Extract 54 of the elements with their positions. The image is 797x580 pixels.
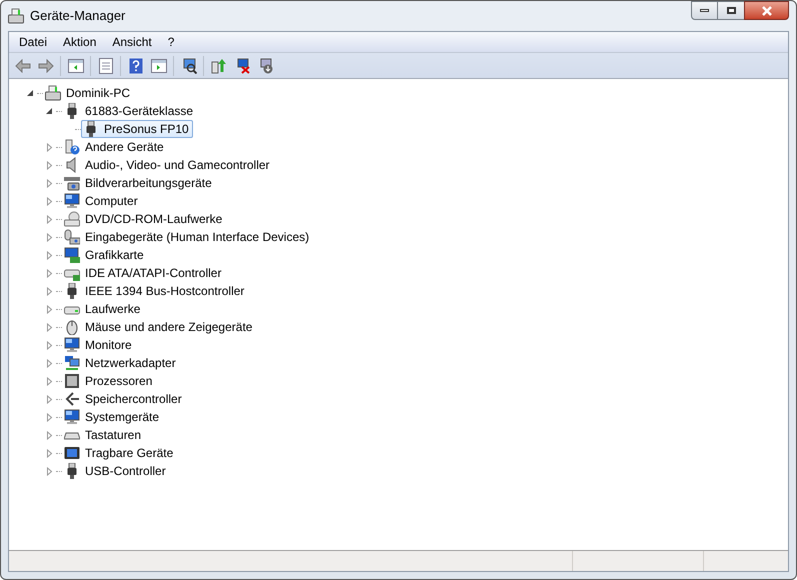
left-arrow-icon: [14, 58, 30, 72]
graphics-card-icon: [64, 247, 80, 263]
monitor-magnifier-icon: [180, 58, 196, 74]
question-device-icon: [64, 139, 80, 155]
tree-item[interactable]: Grafikkarte: [62, 246, 148, 264]
device-up-arrow-icon: [210, 58, 226, 74]
monitor-icon: [64, 337, 80, 353]
computer-icon: [64, 409, 80, 425]
storage-controller-icon: [64, 391, 80, 407]
tree-item[interactable]: Prozessoren: [62, 372, 156, 390]
tree-item[interactable]: Andere Geräte: [62, 138, 168, 156]
close-button[interactable]: [744, 1, 789, 20]
window-title: Geräte-Manager: [30, 7, 126, 26]
scanner-camera-icon: [64, 175, 80, 191]
tree-item[interactable]: USB-Controller: [62, 462, 170, 480]
tree-item[interactable]: Mäuse und andere Zeigegeräte: [62, 318, 256, 336]
tree-item[interactable]: Monitore: [62, 336, 136, 354]
tree-item[interactable]: DVD/CD-ROM-Laufwerke: [62, 210, 226, 228]
tree-item[interactable]: Dominik-PC: [43, 84, 134, 102]
right-arrow-icon: [38, 58, 54, 72]
disc-drive-icon: [64, 211, 80, 227]
tree-item[interactable]: Audio-, Video- und Gamecontroller: [62, 156, 274, 174]
tree-item[interactable]: Tastaturen: [62, 426, 146, 444]
network-icon: [64, 355, 80, 371]
processor-icon: [64, 373, 80, 389]
tree-item[interactable]: Laufwerke: [62, 300, 144, 318]
input-devices-icon: [64, 229, 80, 245]
minimize-button[interactable]: [691, 1, 718, 20]
tree-item[interactable]: IEEE 1394 Bus-Hostcontroller: [62, 282, 248, 300]
window-pane-icon: [68, 58, 84, 72]
menu-item[interactable]: Aktion: [55, 33, 104, 51]
tree-item[interactable]: 61883-Geräteklasse: [62, 102, 198, 120]
tree-item[interactable]: Netzwerkadapter: [62, 354, 180, 372]
tree-item[interactable]: Eingabegeräte (Human Interface Devices): [62, 228, 314, 246]
tree-item[interactable]: Systemgeräte: [62, 408, 164, 426]
document-icon: [98, 58, 112, 74]
maximize-button[interactable]: [718, 1, 744, 20]
tree-item[interactable]: Tragbare Geräte: [62, 444, 178, 462]
computer-icon: [45, 85, 61, 101]
close-icon: [760, 6, 772, 16]
device-manager-icon: [8, 8, 24, 24]
tree-item[interactable]: PreSonus FP10: [81, 120, 193, 138]
window-pane-icon: [150, 58, 166, 72]
mouse-icon: [64, 319, 80, 335]
tree-item[interactable]: Computer: [62, 192, 142, 210]
menu-item[interactable]: Datei: [11, 33, 56, 51]
tree-item[interactable]: Speichercontroller: [62, 390, 186, 408]
menu-item[interactable]: Ansicht: [104, 33, 160, 51]
tree-item[interactable]: IDE ATA/ATAPI-Controller: [62, 264, 226, 282]
portable-device-icon: [64, 445, 80, 461]
computer-icon: [64, 193, 80, 209]
help-icon: [128, 58, 142, 74]
menu-item[interactable]: ?: [160, 33, 182, 51]
tree-item[interactable]: Bildverarbeitungsgeräte: [62, 174, 216, 192]
